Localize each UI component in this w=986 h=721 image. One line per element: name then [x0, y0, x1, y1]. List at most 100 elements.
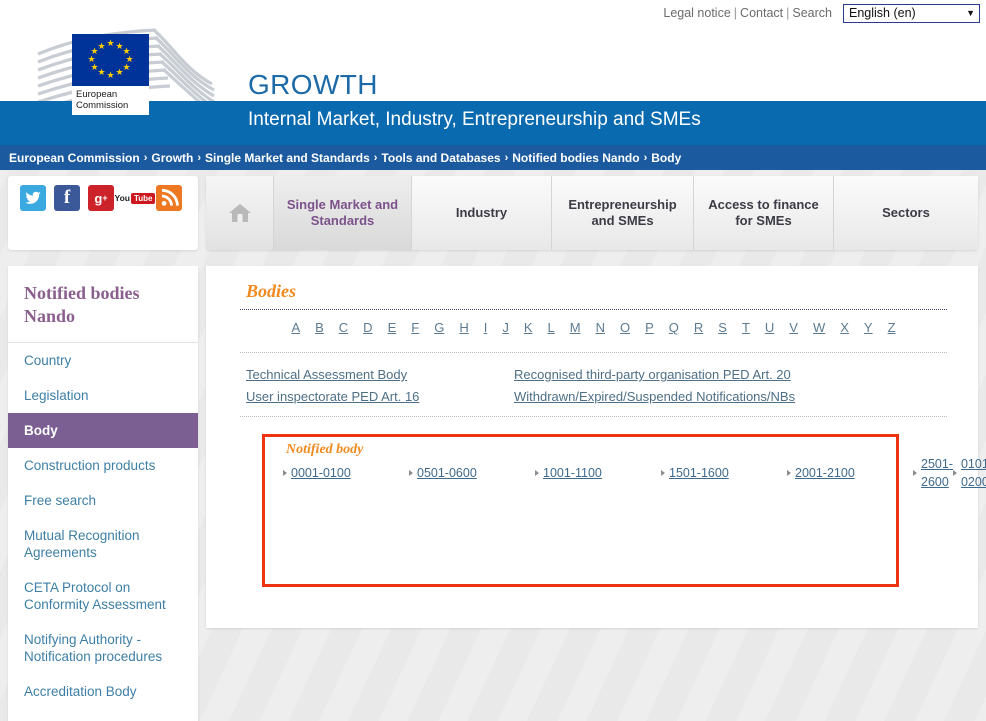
alpha-link-c[interactable]: C [331, 320, 355, 335]
emblem-label-line2: Commission [76, 100, 146, 111]
alpha-link-d[interactable]: D [356, 320, 380, 335]
nav-home-button[interactable] [206, 176, 274, 250]
nav-tab-label: Industry [456, 205, 507, 221]
bullet-icon [913, 470, 917, 476]
alpha-link-f[interactable]: F [404, 320, 427, 335]
main-content-panel: Bodies A B C D E F G H I J K L M N O P Q… [206, 266, 978, 628]
alpha-link-j[interactable]: J [495, 320, 517, 335]
alpha-link-n[interactable]: N [588, 320, 612, 335]
youtube-icon[interactable]: YouTube [122, 185, 148, 211]
sidebar-item-legislation[interactable]: Legislation [8, 378, 198, 413]
range-item: 1501-1600 [661, 464, 787, 482]
contact-link[interactable]: Contact [737, 6, 786, 20]
legal-notice-link[interactable]: Legal notice [660, 6, 733, 20]
home-icon [227, 201, 253, 225]
alpha-link-e[interactable]: E [380, 320, 404, 335]
notified-body-title: Notified body [286, 442, 363, 458]
page-title: Bodies [246, 281, 296, 302]
nav-tab-industry[interactable]: Industry [412, 176, 552, 250]
link-recognised-third-party-organisation-ped-art-20[interactable]: Recognised third-party organisation PED … [514, 366, 795, 384]
breadcrumb-item-body[interactable]: Body [651, 151, 681, 165]
alpha-link-m[interactable]: M [562, 320, 588, 335]
emblem-label: European Commission [72, 86, 149, 115]
sidebar-item-mutual-recognition-agreements[interactable]: Mutual Recognition Agreements [8, 518, 198, 570]
alpha-link-k[interactable]: K [516, 320, 540, 335]
link-technical-assessment-body[interactable]: Technical Assessment Body [246, 366, 514, 384]
sidebar-item-body[interactable]: Body [8, 413, 198, 448]
alpha-link-r[interactable]: R [686, 320, 710, 335]
alpha-link-i[interactable]: I [476, 320, 495, 335]
range-link-0101-0200[interactable]: 0101-0200 [961, 455, 986, 491]
range-item: 0501-0600 [409, 464, 535, 482]
alpha-link-z[interactable]: Z [880, 320, 903, 335]
facebook-icon[interactable]: f [54, 185, 80, 211]
range-item: 2001-2100 [787, 464, 913, 482]
sidebar-item-country[interactable]: Country [8, 343, 198, 378]
bullet-icon [409, 470, 413, 476]
language-selector-value: English (en) [849, 6, 916, 20]
alpha-link-p[interactable]: P [638, 320, 662, 335]
alpha-link-q[interactable]: Q [661, 320, 686, 335]
alpha-link-l[interactable]: L [540, 320, 562, 335]
breadcrumb-item-tools-and-databases[interactable]: Tools and Databases [381, 151, 500, 165]
category-links: Technical Assessment Body User inspector… [246, 366, 946, 406]
nav-tab-label: Entrepreneurship and SMEs [560, 197, 685, 229]
link-withdrawn-expired-suspended-notifications-nbs[interactable]: Withdrawn/Expired/Suspended Notification… [514, 388, 795, 406]
breadcrumb-item-growth[interactable]: Growth [151, 151, 193, 165]
range-link-2001-2100[interactable]: 2001-2100 [795, 464, 855, 482]
bullet-icon [535, 470, 539, 476]
sidebar-item-free-search[interactable]: Free search [8, 483, 198, 518]
alpha-link-a[interactable]: A [284, 320, 308, 335]
rss-icon[interactable] [156, 185, 182, 211]
alphabet-index: A B C D E F G H I J K L M N O P Q R S T … [240, 320, 947, 335]
bullet-icon [787, 470, 791, 476]
range-link-0501-0600[interactable]: 0501-0600 [417, 464, 477, 482]
nav-tab-sectors[interactable]: Sectors [834, 176, 978, 250]
alpha-link-u[interactable]: U [757, 320, 781, 335]
social-media-panel: f g+ YouTube [8, 176, 198, 250]
alpha-link-h[interactable]: H [452, 320, 476, 335]
alpha-link-g[interactable]: G [427, 320, 452, 335]
chevron-down-icon: ▼ [966, 8, 975, 18]
alpha-link-o[interactable]: O [612, 320, 637, 335]
alpha-link-t[interactable]: T [734, 320, 757, 335]
breadcrumb-item-single-market-and-standards[interactable]: Single Market and Standards [205, 151, 370, 165]
breadcrumb-item-european-commission[interactable]: European Commission [9, 151, 140, 165]
breadcrumb-separator: › [644, 152, 648, 164]
content-divider-top [240, 352, 947, 353]
nav-tab-label: Sectors [882, 205, 930, 221]
alpha-link-x[interactable]: X [833, 320, 857, 335]
alpha-link-v[interactable]: V [782, 320, 806, 335]
search-link[interactable]: Search [789, 6, 835, 20]
nav-tab-access-to-finance-for-smes[interactable]: Access to finance for SMEs [694, 176, 834, 250]
sidebar-item-construction-products[interactable]: Construction products [8, 448, 198, 483]
range-link-2501-2600[interactable]: 2501-2600 [921, 455, 953, 491]
range-link-1501-1600[interactable]: 1501-1600 [669, 464, 729, 482]
range-link-1001-1100[interactable]: 1001-1100 [543, 464, 602, 482]
nav-tab-entrepreneurship-and-smes[interactable]: Entrepreneurship and SMEs [552, 176, 694, 250]
eu-flag-icon: ★ ★ ★ ★ ★ ★ ★ ★ ★ ★ ★ ★ [72, 34, 149, 86]
breadcrumb-item-notified-bodies-nando[interactable]: Notified bodies Nando [512, 151, 639, 165]
sidebar-item-notifying-authority-notification-procedures[interactable]: Notifying Authority - Notification proce… [8, 622, 198, 674]
alpha-link-s[interactable]: S [711, 320, 735, 335]
sidebar-item-glossary[interactable]: Glossary [8, 709, 198, 721]
bullet-icon [953, 470, 957, 476]
alpha-link-y[interactable]: Y [856, 320, 880, 335]
link-user-inspectorate-ped-art-16[interactable]: User inspectorate PED Art. 16 [246, 388, 514, 406]
range-item: 0101-0200 [953, 464, 986, 482]
language-selector[interactable]: English (en) ▼ [843, 4, 980, 23]
breadcrumb-separator: › [144, 152, 148, 164]
bullet-icon [283, 470, 287, 476]
range-item: 1001-1100 [535, 464, 661, 482]
nav-tab-label: Single Market and Standards [282, 197, 403, 229]
googleplus-icon[interactable]: g+ [88, 185, 114, 211]
notified-body-range-grid: 0001-0100 0501-0600 1001-1100 1501-1600 … [283, 464, 883, 482]
twitter-icon[interactable] [20, 185, 46, 211]
breadcrumb-separator: › [374, 152, 378, 164]
nav-tab-single-market-and-standards[interactable]: Single Market and Standards [274, 176, 412, 250]
sidebar-item-ceta-protocol-on-conformity-assessment[interactable]: CETA Protocol on Conformity Assessment [8, 570, 198, 622]
sidebar-item-accreditation-body[interactable]: Accreditation Body [8, 674, 198, 709]
range-link-0001-0100[interactable]: 0001-0100 [291, 464, 351, 482]
alpha-link-w[interactable]: W [805, 320, 832, 335]
alpha-link-b[interactable]: B [308, 320, 332, 335]
